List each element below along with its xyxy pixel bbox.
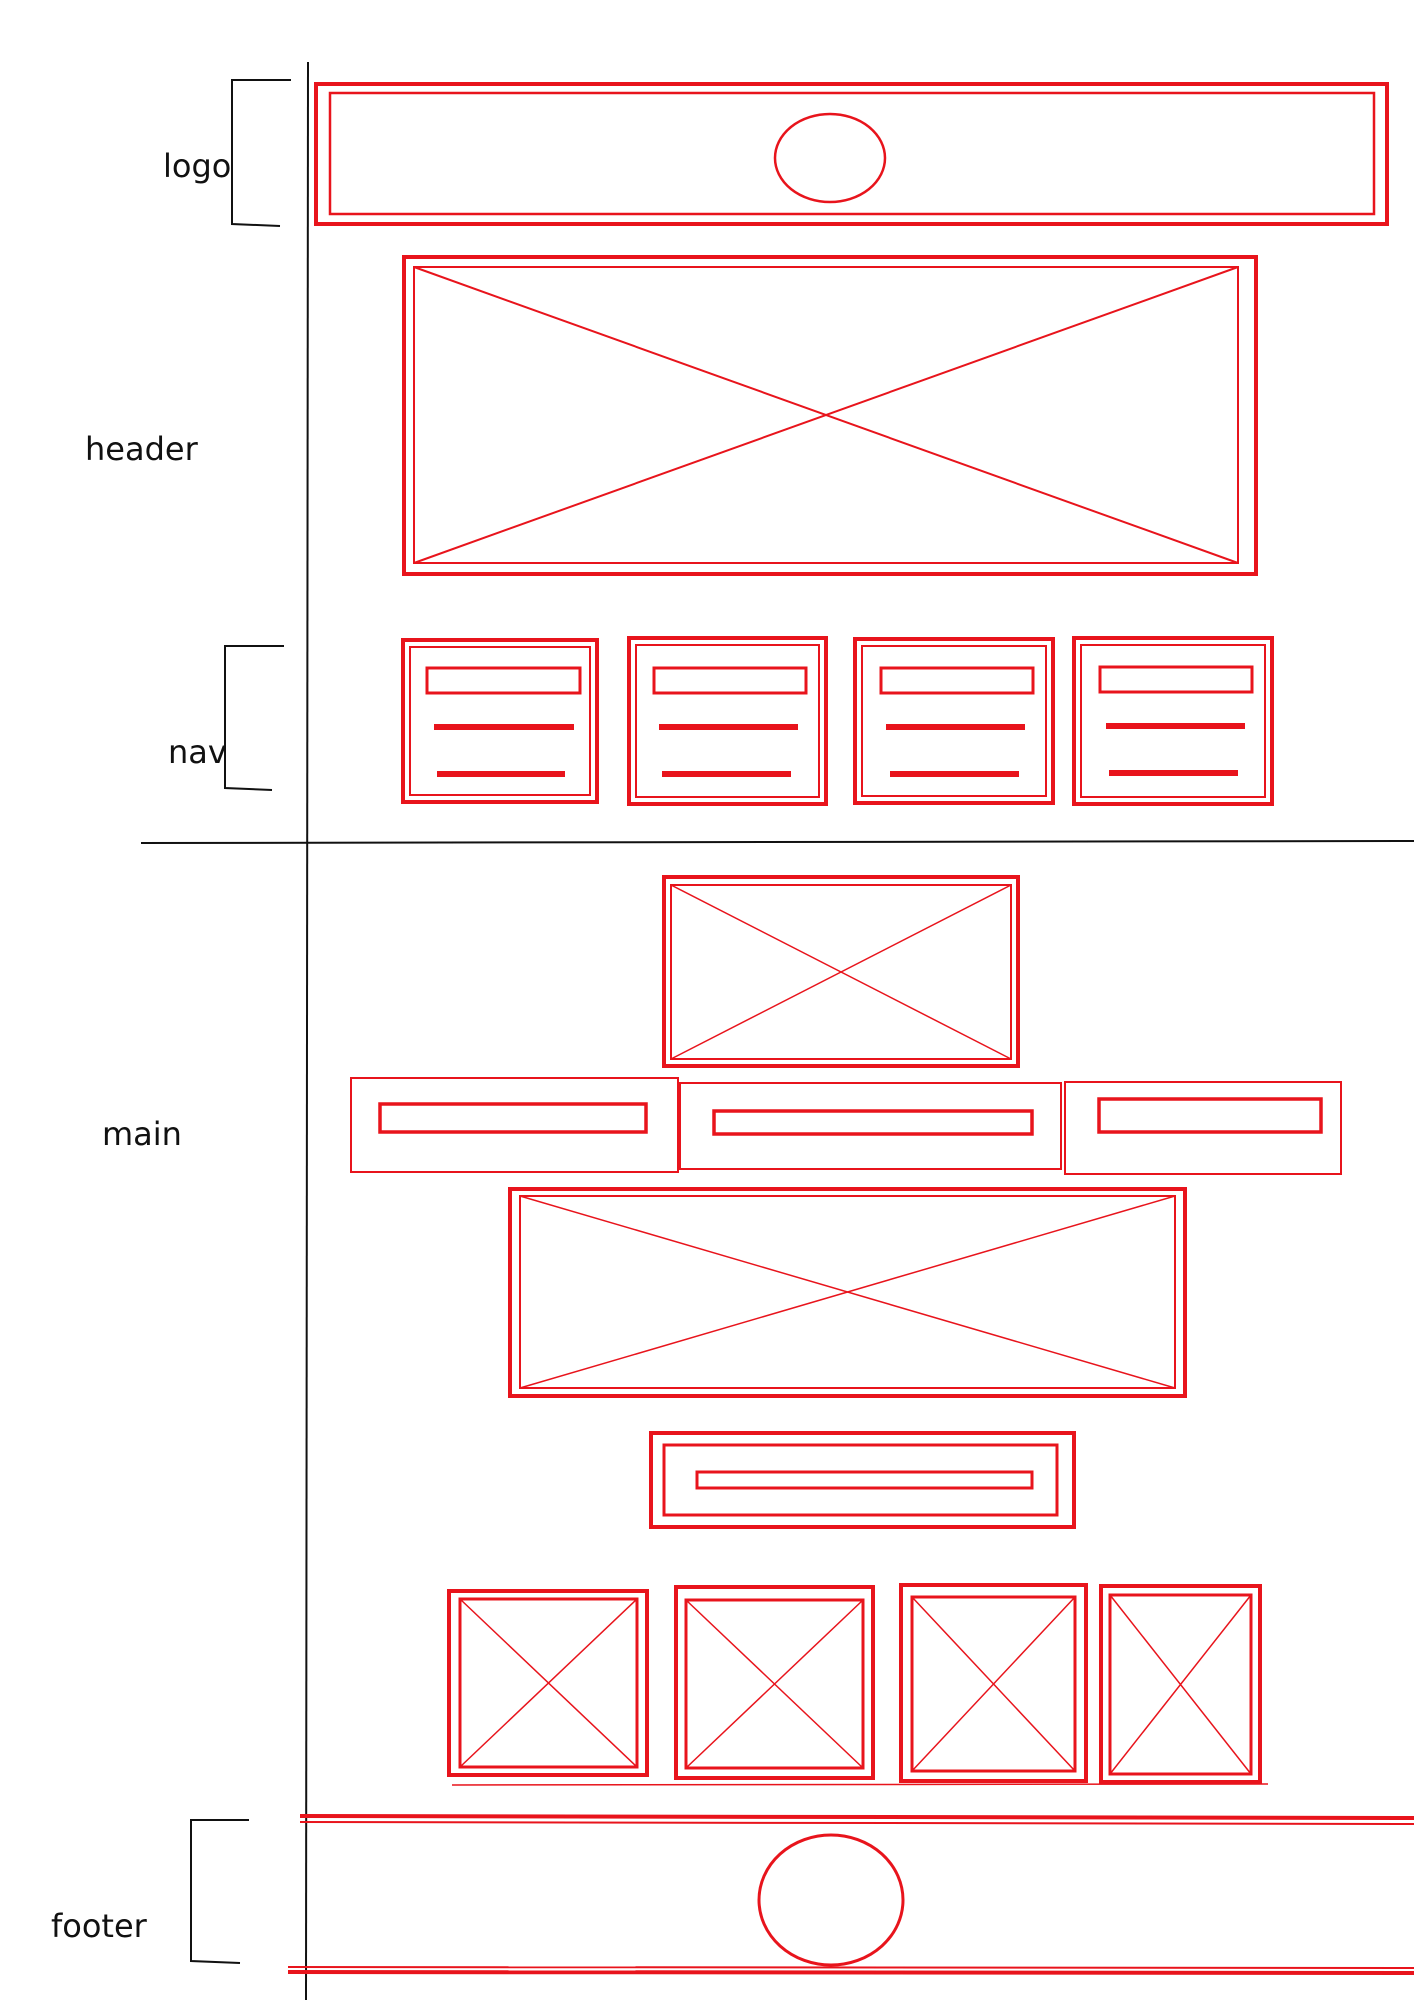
logo-circle-icon	[773, 112, 887, 204]
structure-lines	[140, 61, 1414, 2000]
nav-item-4[interactable]	[1072, 636, 1274, 806]
logo-bracket	[231, 79, 291, 227]
main-image-large	[508, 1187, 1187, 1398]
header-image-placeholder	[402, 255, 1258, 576]
main-text-box-2	[679, 1082, 1062, 1170]
main-text-box-1	[350, 1077, 679, 1173]
main-image-top	[662, 875, 1020, 1068]
nav-bracket	[224, 645, 284, 791]
label-header: header	[85, 430, 199, 468]
main-thumbnail-1	[447, 1589, 649, 1777]
main-button[interactable]	[649, 1431, 1076, 1529]
wireframe-diagram: logo header nav main footer	[51, 61, 1414, 2000]
logo-bar	[314, 82, 1389, 226]
label-main: main	[102, 1115, 182, 1153]
main-thumbnail-2	[674, 1585, 875, 1780]
label-logo: logo	[163, 147, 231, 185]
main-thumbnail-3	[899, 1583, 1088, 1783]
main-text-box-3	[1064, 1081, 1342, 1175]
main-thumbnail-4	[1099, 1584, 1262, 1784]
footer-circle-icon	[757, 1833, 905, 1967]
label-footer: footer	[51, 1907, 148, 1945]
horizontal-divider	[140, 840, 1414, 844]
nav-item-2[interactable]	[627, 636, 828, 806]
label-nav: nav	[168, 733, 227, 771]
nav-item-1[interactable]	[401, 638, 599, 804]
footer-bracket	[190, 1819, 249, 1964]
footer-bar	[287, 1814, 1414, 1975]
nav-item-3[interactable]	[853, 637, 1055, 805]
thumbnail-row-baseline	[451, 1783, 1269, 1786]
vertical-divider	[305, 61, 309, 2000]
